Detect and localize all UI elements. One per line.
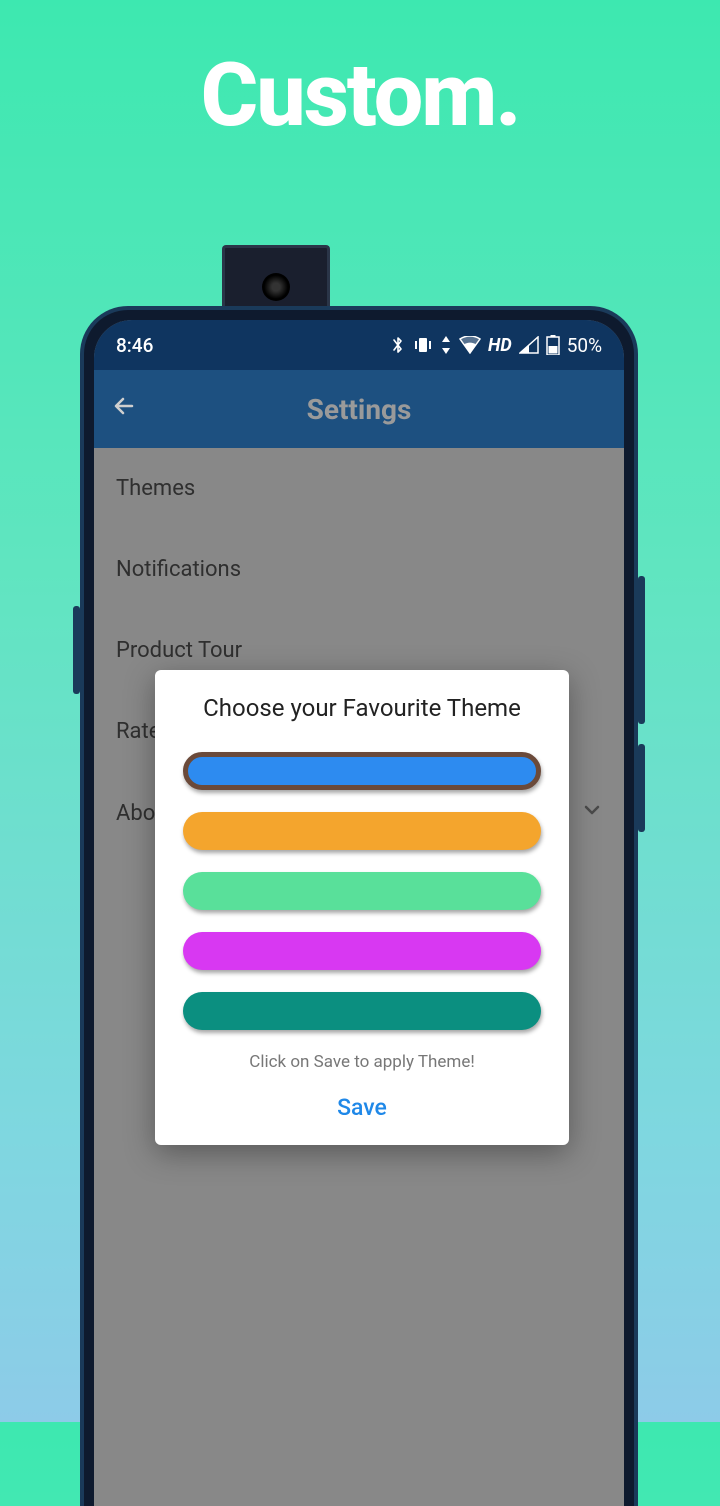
phone-side-button-volume — [638, 576, 645, 724]
phone-frame: 8:46 HD — [80, 306, 638, 1506]
theme-option-0[interactable] — [183, 752, 541, 790]
chevron-down-icon — [582, 800, 602, 826]
signal-icon — [519, 336, 539, 354]
theme-option-1[interactable] — [183, 812, 541, 850]
phone-side-button-left — [73, 606, 80, 694]
vibrate-icon — [413, 336, 433, 354]
phone-screen: 8:46 HD — [94, 320, 624, 1506]
phone-side-button-power — [638, 744, 645, 832]
theme-option-4[interactable] — [183, 992, 541, 1030]
battery-percent: 50% — [567, 334, 602, 357]
theme-options — [175, 752, 549, 1030]
status-bar: 8:46 HD — [94, 320, 624, 370]
status-right: HD 50% — [390, 334, 602, 357]
theme-option-2[interactable] — [183, 872, 541, 910]
modal-title: Choose your Favourite Theme — [175, 694, 549, 722]
theme-modal: Choose your Favourite Theme Click on Sav… — [155, 670, 569, 1145]
settings-item-notifications[interactable]: Notifications — [94, 529, 624, 610]
hd-label: HD — [488, 335, 512, 356]
camera-lens — [262, 273, 290, 301]
settings-item-themes[interactable]: Themes — [94, 448, 624, 529]
wifi-icon — [459, 336, 481, 354]
battery-icon — [546, 335, 560, 355]
promo-title: Custom. — [0, 44, 720, 147]
app-bar: Settings — [94, 370, 624, 448]
page-title: Settings — [94, 393, 624, 426]
bluetooth-icon — [390, 335, 406, 355]
modal-hint: Click on Save to apply Theme! — [175, 1052, 549, 1072]
theme-option-3[interactable] — [183, 932, 541, 970]
updown-icon — [440, 336, 452, 354]
save-button[interactable]: Save — [175, 1088, 549, 1127]
back-button[interactable] — [112, 393, 138, 426]
status-time: 8:46 — [116, 334, 153, 357]
